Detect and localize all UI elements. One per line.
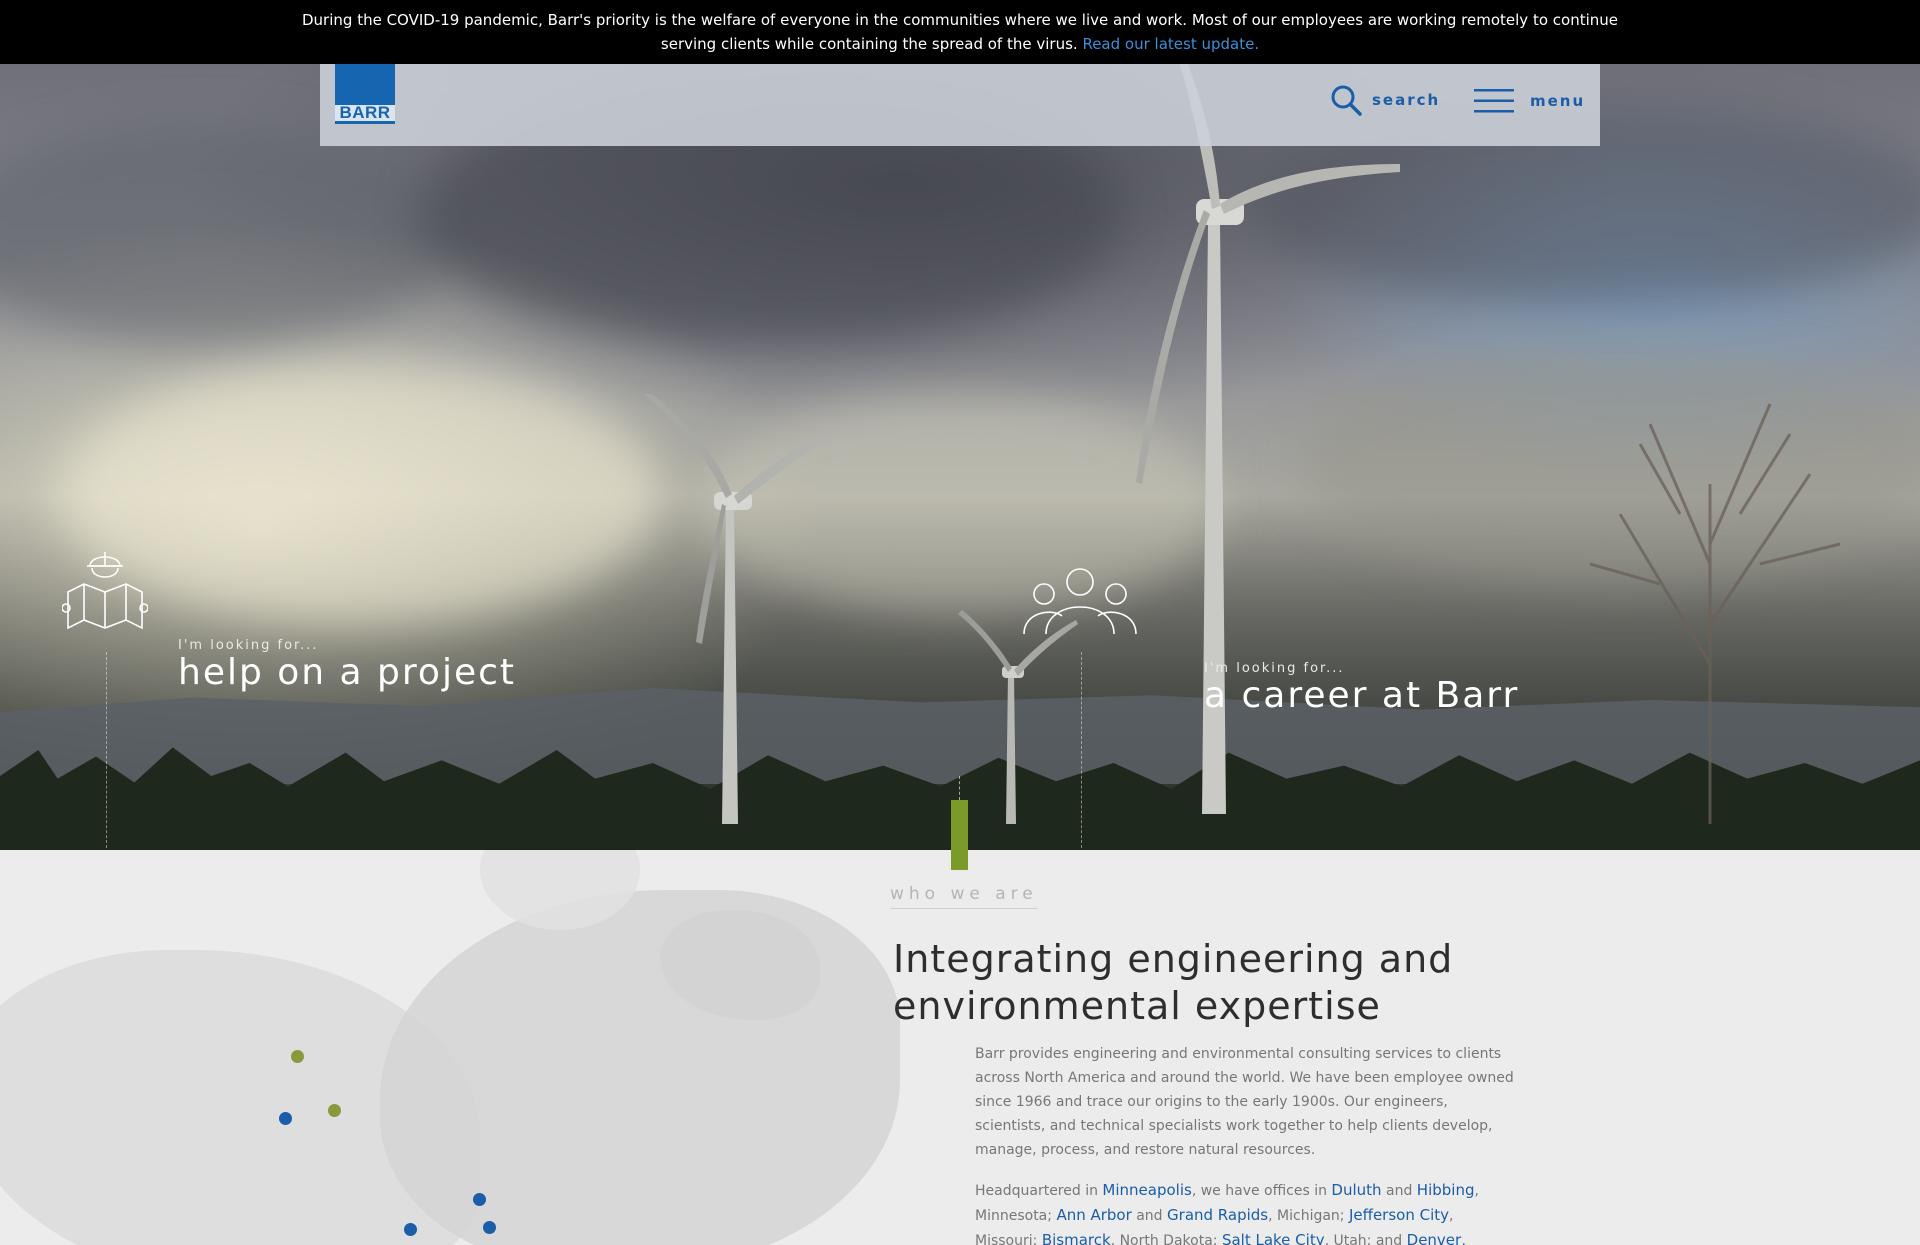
covid-banner: During the COVID-19 pandemic, Barr's pri… bbox=[0, 0, 1920, 64]
engineer-reading-plans-icon[interactable] bbox=[62, 544, 148, 630]
office-location-dot[interactable] bbox=[291, 1050, 304, 1063]
menu-label: menu bbox=[1530, 92, 1586, 110]
cta-career-pre: I'm looking for... bbox=[1204, 661, 1345, 676]
cta-project-pre: I'm looking for... bbox=[178, 638, 319, 653]
hero-image bbox=[0, 64, 1920, 850]
cloud bbox=[60, 364, 660, 624]
cta-career-line bbox=[1081, 652, 1082, 848]
link-denver[interactable]: Denver, bbox=[1407, 1231, 1466, 1245]
cloud bbox=[0, 124, 460, 344]
office-location-dot[interactable] bbox=[279, 1112, 292, 1125]
map-landmass bbox=[380, 890, 900, 1245]
link-minneapolis[interactable]: Minneapolis bbox=[1102, 1181, 1191, 1199]
offices-paragraph: Headquartered in Minneapolis, we have of… bbox=[975, 1178, 1515, 1245]
hamburger-menu-icon bbox=[1474, 89, 1514, 113]
link-ann-arbor[interactable]: Ann Arbor bbox=[1056, 1206, 1131, 1224]
wind-turbine-medium bbox=[644, 394, 828, 824]
covid-banner-text: During the COVID-19 pandemic, Barr's pri… bbox=[302, 11, 1618, 53]
section-divider-tick bbox=[959, 776, 960, 800]
site-header: BARR search menu bbox=[320, 64, 1600, 146]
office-location-dot[interactable] bbox=[404, 1223, 417, 1236]
text: and bbox=[1131, 1208, 1168, 1224]
text: Headquartered in bbox=[975, 1183, 1103, 1199]
text: , North Dakota; bbox=[1110, 1233, 1222, 1245]
cta-project-line bbox=[106, 652, 107, 848]
cta-career-title: a career at Barr bbox=[1204, 675, 1520, 716]
cta-project-title: help on a project bbox=[178, 652, 516, 693]
about-paragraph: Barr provides engineering and environmen… bbox=[975, 1046, 1514, 1158]
bare-tree bbox=[1589, 403, 1841, 824]
search-button[interactable]: search bbox=[1330, 84, 1440, 116]
logo-text: BARR bbox=[335, 104, 395, 121]
search-icon bbox=[1331, 85, 1362, 116]
who-we-are-section bbox=[0, 850, 1920, 1245]
green-accent-bar bbox=[951, 800, 968, 870]
link-bismarck[interactable]: Bismarck bbox=[1042, 1231, 1111, 1245]
cta-help-on-project[interactable]: I'm looking for... help on a project bbox=[178, 638, 516, 693]
office-location-dot[interactable] bbox=[483, 1221, 496, 1234]
link-duluth[interactable]: Duluth bbox=[1331, 1181, 1381, 1199]
menu-button[interactable]: menu bbox=[1474, 88, 1585, 114]
search-label: search bbox=[1372, 91, 1441, 109]
text: and bbox=[1381, 1183, 1417, 1199]
link-salt-lake-city[interactable]: Salt Lake City bbox=[1222, 1231, 1325, 1245]
link-hibbing[interactable]: Hibbing bbox=[1417, 1181, 1475, 1199]
text: , Michigan; bbox=[1268, 1208, 1349, 1224]
text: , we have offices in bbox=[1191, 1183, 1332, 1199]
section-heading: Integrating engineering and environmenta… bbox=[893, 937, 1454, 1028]
cta-career-at-barr[interactable]: I'm looking for... a career at Barr bbox=[1204, 661, 1519, 716]
office-location-dot[interactable] bbox=[473, 1193, 486, 1206]
link-grand-rapids[interactable]: Grand Rapids bbox=[1167, 1206, 1268, 1224]
link-jefferson-city[interactable]: Jefferson City bbox=[1349, 1206, 1449, 1224]
latest-update-link[interactable]: Read our latest update. bbox=[1082, 35, 1259, 53]
barr-logo[interactable]: BARR bbox=[335, 64, 395, 124]
office-location-dot[interactable] bbox=[328, 1104, 341, 1117]
people-group-icon[interactable] bbox=[1022, 568, 1138, 636]
section-label: who we are bbox=[890, 884, 1038, 909]
text: , Utah; and bbox=[1324, 1233, 1407, 1245]
